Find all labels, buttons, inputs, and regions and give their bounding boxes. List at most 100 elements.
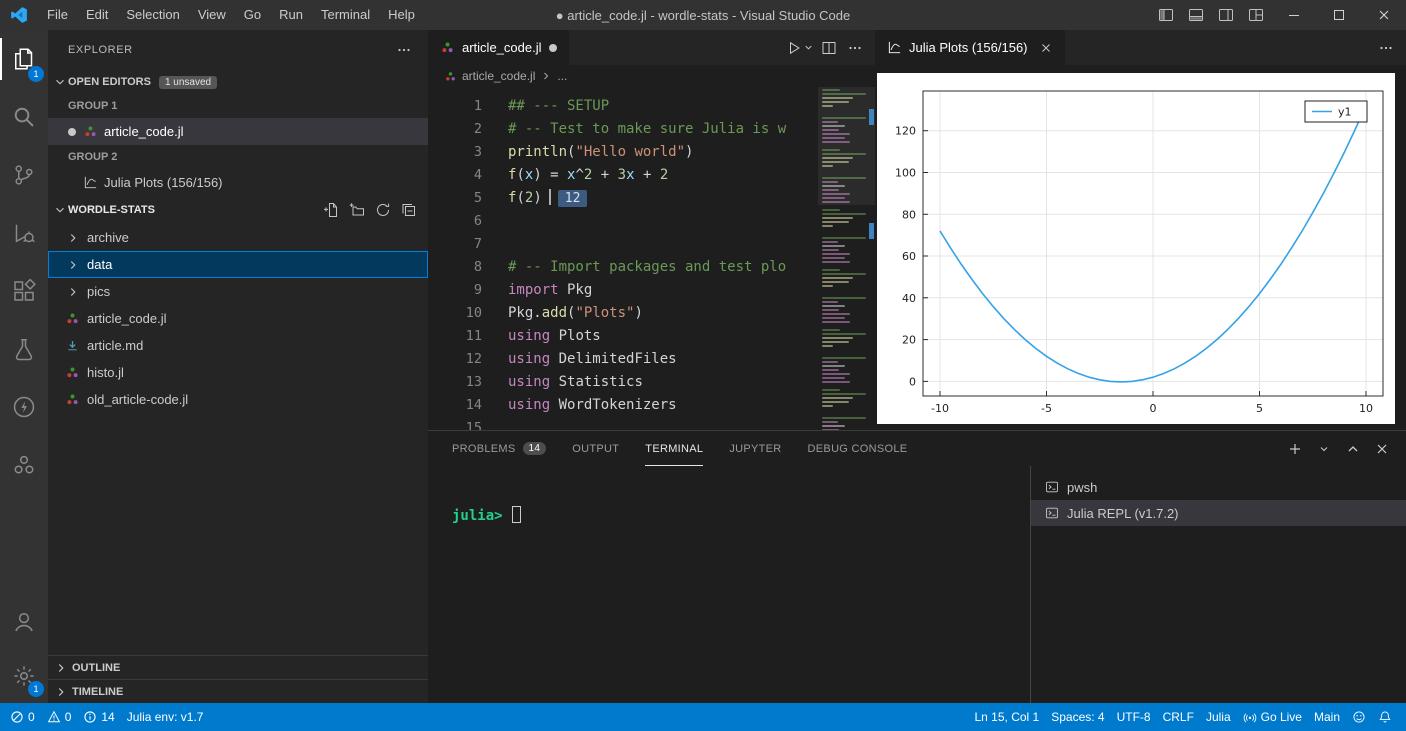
svg-text:20: 20 xyxy=(902,334,916,347)
window-controls xyxy=(1271,0,1406,30)
breadcrumb[interactable]: article_code.jl ... xyxy=(428,65,875,87)
status-feedback[interactable] xyxy=(1346,703,1372,731)
more-actions-button[interactable] xyxy=(843,36,867,60)
terminal-tab-pwsh[interactable]: pwsh xyxy=(1031,474,1406,500)
open-editor-julia-plots-156-156[interactable]: Julia Plots (156/156) xyxy=(48,169,428,196)
status-spaces-4[interactable]: Spaces: 4 xyxy=(1045,703,1110,731)
tab-label: Julia Plots (156/156) xyxy=(909,40,1028,55)
panel-tab-problems[interactable]: PROBLEMS 14 xyxy=(452,431,547,466)
close-window-button[interactable] xyxy=(1361,0,1406,30)
new-folder-button[interactable] xyxy=(348,201,366,219)
code-line-6: 6 xyxy=(428,210,818,233)
minimize-button[interactable] xyxy=(1271,0,1316,30)
togg le-sidebar-button[interactable] xyxy=(1151,0,1181,30)
status-error[interactable]: 0 xyxy=(4,703,41,731)
chevron-right-icon xyxy=(58,663,64,672)
panel-tab-output[interactable]: OUTPUT xyxy=(572,431,619,466)
tab-julia-plots[interactable]: Julia Plots (156/156) xyxy=(875,30,1065,65)
terminal-profile-dropdown[interactable] xyxy=(1314,439,1334,459)
workspace-label: WORDLE-STATS xyxy=(68,204,155,216)
terminal-tab-julia-repl-v1-7-2[interactable]: Julia REPL (v1.7.2) xyxy=(1031,500,1406,526)
minimap[interactable] xyxy=(818,87,875,430)
open-editor-article-code-jl[interactable]: article_code.jl xyxy=(48,118,428,145)
ellipsis-icon xyxy=(1380,46,1392,49)
tree-item-histo-jl[interactable]: histo.jl xyxy=(48,359,428,386)
sidebar-header: EXPLORER xyxy=(48,30,428,70)
status-broadcast[interactable]: Go Live xyxy=(1237,703,1308,731)
section-outline[interactable]: OUTLINE xyxy=(48,655,428,679)
svg-text:-10: -10 xyxy=(931,402,949,415)
open-editors-header[interactable]: OPEN EDITORS 1 unsaved xyxy=(48,70,428,94)
terminal-tabs-list: pwsh Julia REPL (v1.7.2) xyxy=(1030,466,1406,703)
close-tab-button[interactable] xyxy=(1039,41,1053,55)
panel-tab-terminal[interactable]: TERMINAL xyxy=(645,431,704,466)
code-line-5: 5 f(2) 12 xyxy=(428,187,818,210)
maximize-panel-button[interactable] xyxy=(1343,439,1363,459)
status-ln-15-col-1[interactable]: Ln 15, Col 1 xyxy=(969,703,1046,731)
workspace-section-header[interactable]: WORDLE-STATS xyxy=(48,196,428,224)
line-number: 2 xyxy=(473,121,482,137)
status-bell[interactable] xyxy=(1372,703,1398,731)
tree-item-pics[interactable]: pics xyxy=(48,278,428,305)
status-warning[interactable]: 0 xyxy=(41,703,78,731)
toggle-secondary-sidebar-button[interactable] xyxy=(1211,0,1241,30)
menu-terminal[interactable]: Terminal xyxy=(312,0,379,30)
line-number: 5 xyxy=(473,190,482,206)
activity-explorer-button[interactable]: 1 xyxy=(0,30,48,88)
new-terminal-button[interactable] xyxy=(1285,439,1305,459)
menu-run[interactable]: Run xyxy=(270,0,312,30)
status-main[interactable]: Main xyxy=(1308,703,1346,731)
status-info[interactable]: 14 xyxy=(77,703,120,731)
activity-account-button[interactable] xyxy=(0,595,48,649)
code-editor[interactable]: 1 ## --- SETUP 2 # -- Test to make sure Jul… xyxy=(428,87,818,430)
activity-run-debug-button[interactable] xyxy=(0,204,48,262)
status-julia-env-v1-7[interactable]: Julia env: v1.7 xyxy=(121,703,210,731)
panel-tab-debug-console[interactable]: DEBUG CONSOLE xyxy=(808,431,908,466)
refresh-explorer-button[interactable] xyxy=(374,201,392,219)
activity-extensions-button[interactable] xyxy=(0,262,48,320)
code-text: using WordTokenizers xyxy=(508,397,677,413)
menu-edit[interactable]: Edit xyxy=(77,0,117,30)
collapse-folders-button[interactable] xyxy=(400,201,418,219)
menu-help[interactable]: Help xyxy=(379,0,424,30)
chevron-down-icon xyxy=(56,79,64,85)
activity-search-button[interactable] xyxy=(0,88,48,146)
run-dropdown-button[interactable] xyxy=(802,36,815,60)
menu-selection[interactable]: Selection xyxy=(117,0,188,30)
status-right: Ln 15, Col 1 Spaces: 4 UTF-8 CRLF Julia Go Li… xyxy=(969,703,1399,731)
terminal-content[interactable]: julia> xyxy=(428,466,1030,703)
status-crlf[interactable]: CRLF xyxy=(1157,703,1200,731)
tree-item-article-md[interactable]: article.md xyxy=(48,332,428,359)
inline-evaluation-result: 12 xyxy=(557,190,588,207)
section-timeline[interactable]: TIMELINE xyxy=(48,679,428,703)
menu-view[interactable]: View xyxy=(189,0,235,30)
new-file-button[interactable] xyxy=(322,201,340,219)
customize-layout-button[interactable] xyxy=(1241,0,1271,30)
tree-item-data[interactable]: data xyxy=(48,251,428,278)
maximize-button[interactable] xyxy=(1316,0,1361,30)
menu-file[interactable]: File xyxy=(38,0,77,30)
activity-testing-button[interactable] xyxy=(0,320,48,378)
panel-tab-jupyter[interactable]: JUPYTER xyxy=(729,431,781,466)
status-utf-8[interactable]: UTF-8 xyxy=(1111,703,1157,731)
tab-article-code-jl[interactable]: article_code.jl xyxy=(428,30,569,65)
activity-settings-button[interactable]: 1 xyxy=(0,649,48,703)
tree-item-article-code-jl[interactable]: article_code.jl xyxy=(48,305,428,332)
activity-julia-button[interactable] xyxy=(0,436,48,494)
toggle-panel-button[interactable] xyxy=(1181,0,1211,30)
more-actions-button[interactable] xyxy=(1374,36,1398,60)
activity-thunder-button[interactable] xyxy=(0,378,48,436)
split-editor-button[interactable] xyxy=(817,36,841,60)
julia-file-icon xyxy=(67,313,78,324)
code-text: using Statistics xyxy=(508,374,643,390)
tree-item-archive[interactable]: archive xyxy=(48,224,428,251)
close-panel-button[interactable] xyxy=(1372,439,1392,459)
minimap-marker xyxy=(869,109,874,125)
minimap-marker xyxy=(869,223,874,239)
tree-item-old-article-code-jl[interactable]: old_article-code.jl xyxy=(48,386,428,413)
status-julia[interactable]: Julia xyxy=(1200,703,1237,731)
activity-source-control-button[interactable] xyxy=(0,146,48,204)
views-more-actions-button[interactable] xyxy=(394,40,414,60)
menu-go[interactable]: Go xyxy=(235,0,270,30)
minimap-slider[interactable] xyxy=(818,87,875,205)
